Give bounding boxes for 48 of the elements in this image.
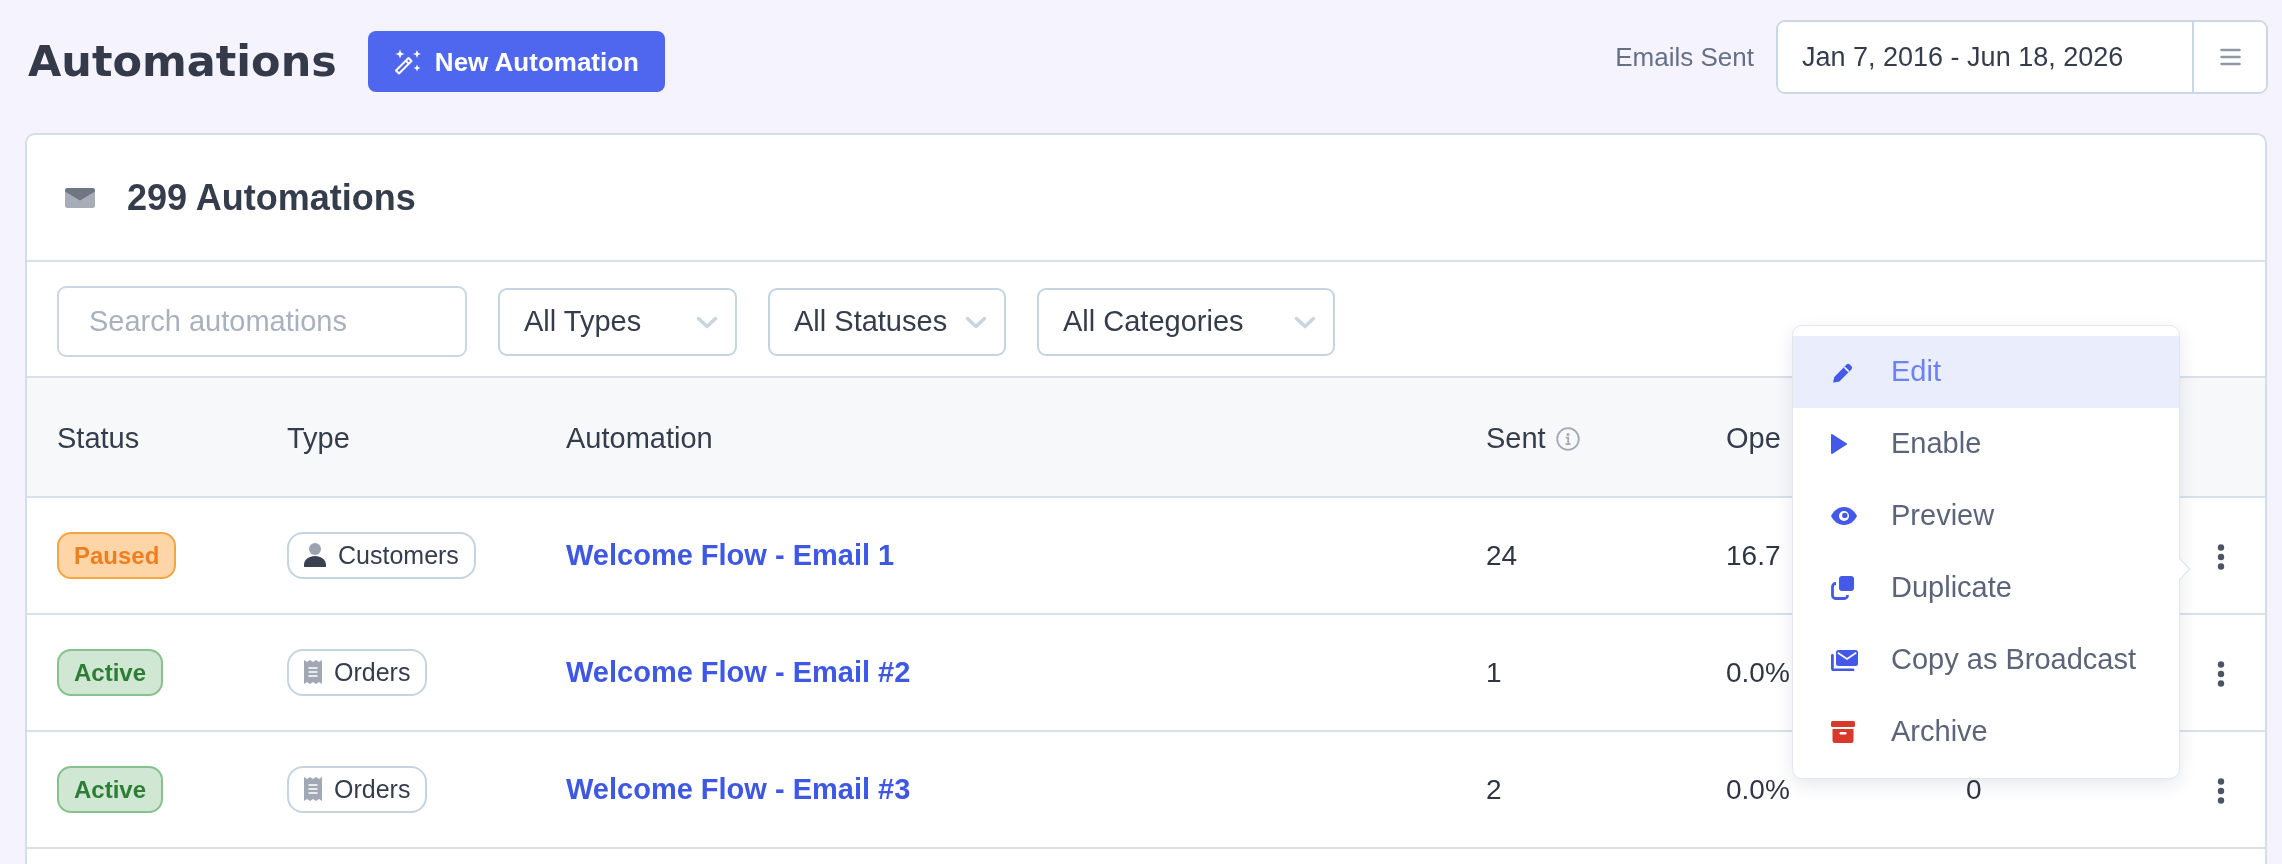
percentage-value: 0.0% bbox=[1726, 773, 1790, 805]
automation-link[interactable]: Welcome Flow - Email 1 bbox=[566, 538, 895, 571]
receipt-icon bbox=[304, 777, 322, 802]
magic-wand-icon bbox=[393, 48, 422, 75]
emails-sent-label: Emails Sent bbox=[1615, 44, 1754, 70]
receipt-icon bbox=[304, 660, 322, 685]
envelope-icon bbox=[65, 187, 95, 208]
column-header: Automation bbox=[566, 422, 713, 455]
new-automation-button[interactable]: New Automation bbox=[367, 31, 665, 92]
menu-item[interactable]: Enable bbox=[1793, 408, 2179, 480]
automations-count-title: 299 Automations bbox=[127, 179, 416, 216]
column-header: Sent bbox=[1486, 422, 1546, 455]
automation-link[interactable]: Welcome Flow - Email #2 bbox=[566, 655, 911, 688]
person-icon bbox=[304, 543, 326, 568]
filter-dropdown[interactable]: All Types bbox=[498, 288, 737, 356]
percentage-value: 16.7 bbox=[1726, 539, 1781, 571]
status-badge: Active bbox=[57, 766, 164, 813]
menu-button[interactable] bbox=[2192, 22, 2266, 92]
menu-item[interactable]: Preview bbox=[1793, 480, 2179, 552]
date-range-picker[interactable]: Jan 7, 2016 - Jun 18, 2026 bbox=[1776, 20, 2268, 94]
count-value: 0 bbox=[1966, 773, 1982, 805]
column-header: Ope bbox=[1726, 422, 1781, 455]
chevron-down-icon bbox=[965, 315, 987, 329]
status-badge: Paused bbox=[57, 532, 177, 579]
sent-count: 1 bbox=[1486, 656, 1502, 688]
menu-icon bbox=[2219, 48, 2241, 66]
kebab-menu-icon[interactable] bbox=[2216, 778, 2225, 805]
kebab-menu-icon[interactable] bbox=[2216, 544, 2225, 571]
chevron-down-icon bbox=[696, 315, 718, 329]
column-header: Status bbox=[57, 422, 140, 455]
page-title: Automations bbox=[28, 40, 337, 83]
filter-dropdown[interactable]: All Categories bbox=[1037, 288, 1335, 356]
type-label: Orders bbox=[334, 659, 411, 685]
chevron-down-icon bbox=[1294, 315, 1316, 329]
status-badge: Active bbox=[57, 649, 164, 696]
sent-count: 24 bbox=[1486, 539, 1518, 571]
filter-dropdown[interactable]: All Statuses bbox=[768, 288, 1006, 356]
percentage-value: 0.0% bbox=[1726, 656, 1790, 688]
menu-item[interactable]: Duplicate bbox=[1793, 552, 2179, 624]
menu-item[interactable]: Archive bbox=[1793, 696, 2179, 768]
kebab-menu-icon[interactable] bbox=[2216, 661, 2225, 688]
automation-link[interactable]: Welcome Flow - Email #3 bbox=[566, 772, 911, 805]
type-label: Customers bbox=[338, 542, 459, 568]
menu-item[interactable]: Copy as Broadcast bbox=[1793, 624, 2179, 696]
sent-count: 2 bbox=[1486, 773, 1502, 805]
column-header: Type bbox=[287, 422, 350, 455]
type-label: Orders bbox=[334, 776, 411, 802]
search-field[interactable]: Search automations bbox=[57, 286, 467, 357]
